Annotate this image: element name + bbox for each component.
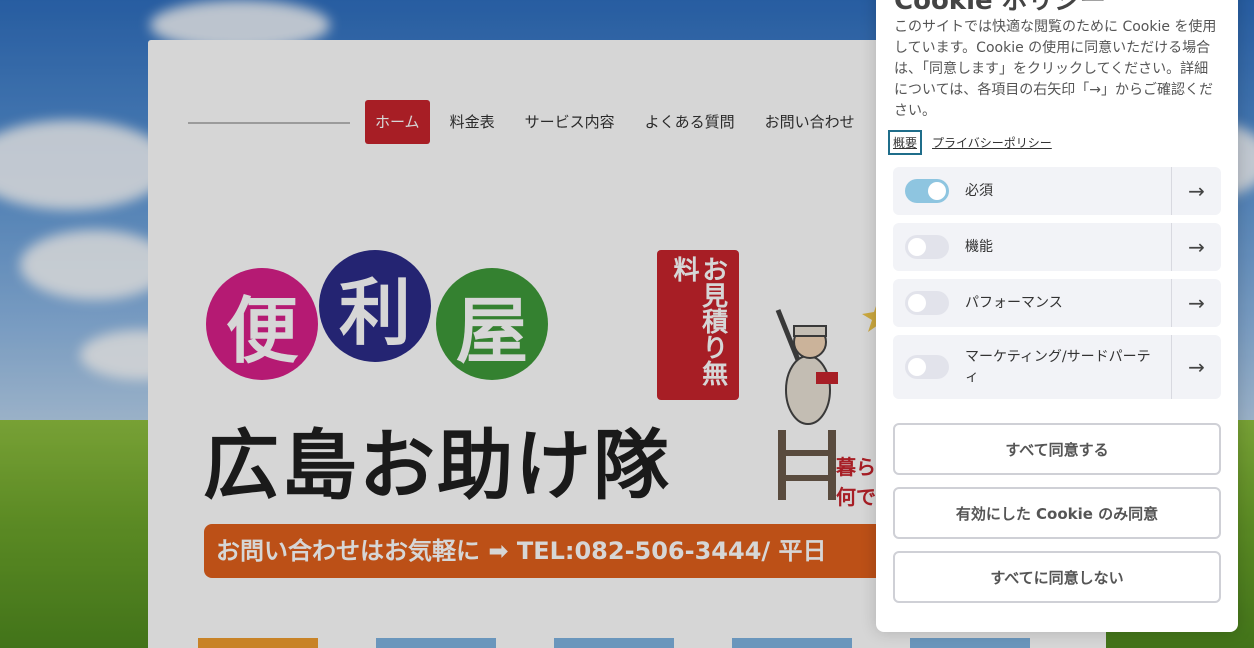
performance-toggle[interactable] <box>905 291 949 315</box>
arrow-right-icon[interactable]: → <box>1171 335 1221 399</box>
cookie-consent-panel: Cookie ポリシー このサイトでは快適な閲覧のために Cookie を使用し… <box>876 0 1238 632</box>
arrow-right-icon[interactable]: → <box>1171 167 1221 215</box>
cookie-category-necessary: 必須 → <box>893 167 1221 215</box>
accept-all-button[interactable]: すべて同意する <box>893 423 1221 475</box>
accept-selected-button[interactable]: 有効にした Cookie のみ同意 <box>893 487 1221 539</box>
cookie-title: Cookie ポリシー <box>894 0 1106 16</box>
cookie-description: このサイトでは快適な閲覧のために Cookie を使用しています。Cookie … <box>894 19 1217 119</box>
marketing-toggle[interactable] <box>905 355 949 379</box>
functional-toggle[interactable] <box>905 235 949 259</box>
arrow-right-icon[interactable]: → <box>1171 223 1221 271</box>
necessary-toggle[interactable] <box>905 179 949 203</box>
category-label: 機能 <box>965 239 993 255</box>
overview-link[interactable]: 概要 <box>888 130 923 155</box>
arrow-right-icon[interactable]: → <box>1171 279 1221 327</box>
reject-all-button[interactable]: すべてに同意しない <box>893 551 1221 603</box>
toggle-knob <box>928 182 946 200</box>
toggle-knob <box>908 358 926 376</box>
cookie-category-performance: パフォーマンス → <box>893 279 1221 327</box>
toggle-knob <box>908 294 926 312</box>
privacy-policy-link[interactable]: プライバシーポリシー <box>932 134 1052 151</box>
category-label: パフォーマンス <box>965 295 1063 311</box>
cookie-category-marketing: マーケティング/サードパーティ → <box>893 335 1221 399</box>
cookie-links: 概要 プライバシーポリシー <box>888 130 1052 155</box>
toggle-knob <box>908 238 926 256</box>
category-label: マーケティング/サードパーティ <box>965 349 1151 385</box>
cookie-category-functional: 機能 → <box>893 223 1221 271</box>
category-label: 必須 <box>965 183 993 199</box>
